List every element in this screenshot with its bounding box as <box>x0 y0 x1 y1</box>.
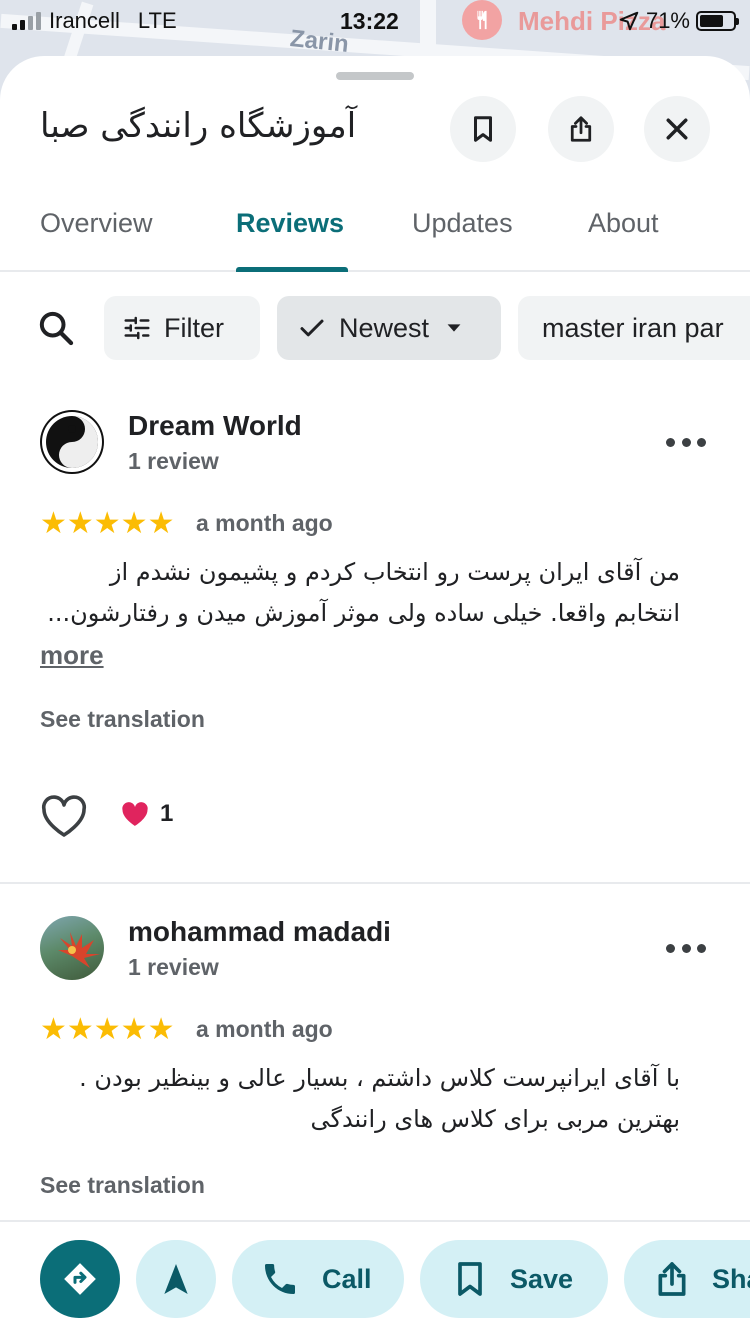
review-text: من آقای ایران پرست رو انتخاب کردم و پشیم… <box>47 558 680 627</box>
more-link[interactable]: more <box>40 640 104 671</box>
carrier-name: Irancell <box>49 8 120 33</box>
avatar[interactable] <box>40 410 104 474</box>
review-text: با آقای ایرانپرست کلاس داشتم ، بسیار عال… <box>79 1064 680 1133</box>
reviewer-review-count: 1 review <box>128 954 219 980</box>
topic-chip[interactable]: master iran par <box>518 296 750 360</box>
tab-updates[interactable]: Updates <box>412 208 513 239</box>
tab-overview[interactable]: Overview <box>40 208 153 239</box>
review-time: a month ago <box>196 510 333 536</box>
save-button[interactable]: Save <box>420 1240 608 1318</box>
start-navigation-button[interactable] <box>136 1240 216 1318</box>
see-translation-link[interactable]: See translation <box>40 706 205 733</box>
red-heart-icon <box>122 802 148 826</box>
share-action-button[interactable]: Share <box>624 1240 750 1318</box>
review-divider <box>0 882 750 884</box>
share-icon <box>658 1262 686 1296</box>
close-button[interactable] <box>644 96 710 162</box>
more-options-icon[interactable] <box>666 432 706 452</box>
navigation-arrow-icon <box>164 1264 188 1294</box>
search-icon[interactable] <box>36 308 76 348</box>
sort-label: Newest <box>339 312 430 343</box>
filter-label: Filter <box>164 312 224 343</box>
place-sheet: آموزشگاه رانندگی صبا Overview Reviews Up… <box>0 56 750 1334</box>
review-time: a month ago <box>196 1016 333 1042</box>
reviewer-review-count: 1 review <box>128 448 219 474</box>
drag-handle[interactable] <box>336 72 414 80</box>
signal-icon <box>12 12 41 30</box>
topic-chip-label: master iran par <box>542 312 724 343</box>
dropdown-arrow-icon <box>447 324 461 332</box>
yin-yang-avatar-icon <box>42 412 102 472</box>
save-label: Save <box>510 1263 574 1294</box>
bookmark-button[interactable] <box>450 96 516 162</box>
bookmark-icon <box>458 1262 482 1296</box>
heart-outline-icon[interactable] <box>40 794 88 838</box>
avatar[interactable] <box>40 916 104 980</box>
reviewer-name[interactable]: mohammad madadi <box>128 916 391 948</box>
tab-bar: Overview Reviews Updates About <box>0 196 750 272</box>
share-label: Share <box>712 1263 750 1294</box>
reviewer-name[interactable]: Dream World <box>128 410 302 442</box>
checkmark-icon <box>300 319 324 337</box>
battery-icon <box>696 11 739 31</box>
phone-icon <box>265 1264 295 1294</box>
close-icon <box>666 118 688 140</box>
more-options-icon[interactable] <box>666 938 706 958</box>
filter-chip[interactable]: Filter <box>104 296 260 360</box>
reaction-count: 1 <box>160 800 174 827</box>
action-bar: Call Save Share <box>0 1220 750 1334</box>
call-button[interactable]: Call <box>232 1240 404 1318</box>
directions-icon <box>64 1263 96 1295</box>
tab-about[interactable]: About <box>588 208 659 239</box>
status-time: 13:22 <box>340 8 399 34</box>
see-translation-link[interactable]: See translation <box>40 1172 205 1199</box>
share-icon <box>570 116 592 142</box>
directions-button[interactable] <box>40 1240 120 1318</box>
flower-avatar-icon <box>58 932 100 968</box>
call-label: Call <box>322 1263 372 1294</box>
reaction-summary[interactable]: 1 <box>120 800 173 828</box>
network-type: LTE <box>137 8 177 33</box>
review-filters: Filter Newest master iran par <box>0 296 750 360</box>
place-title: آموزشگاه رانندگی صبا <box>40 106 357 146</box>
bookmark-icon <box>474 116 492 142</box>
star-rating: ★★★★★ <box>40 507 175 540</box>
sliders-icon <box>124 316 150 340</box>
tab-reviews[interactable]: Reviews <box>236 208 344 239</box>
battery-percent: 71% <box>645 8 690 33</box>
active-tab-indicator <box>236 267 348 272</box>
star-rating: ★★★★★ <box>40 1013 175 1046</box>
location-arrow-icon <box>619 11 639 31</box>
status-bar: Irancell LTE 13:22 71% <box>0 0 750 40</box>
share-button[interactable] <box>548 96 614 162</box>
sort-chip[interactable]: Newest <box>277 296 501 360</box>
